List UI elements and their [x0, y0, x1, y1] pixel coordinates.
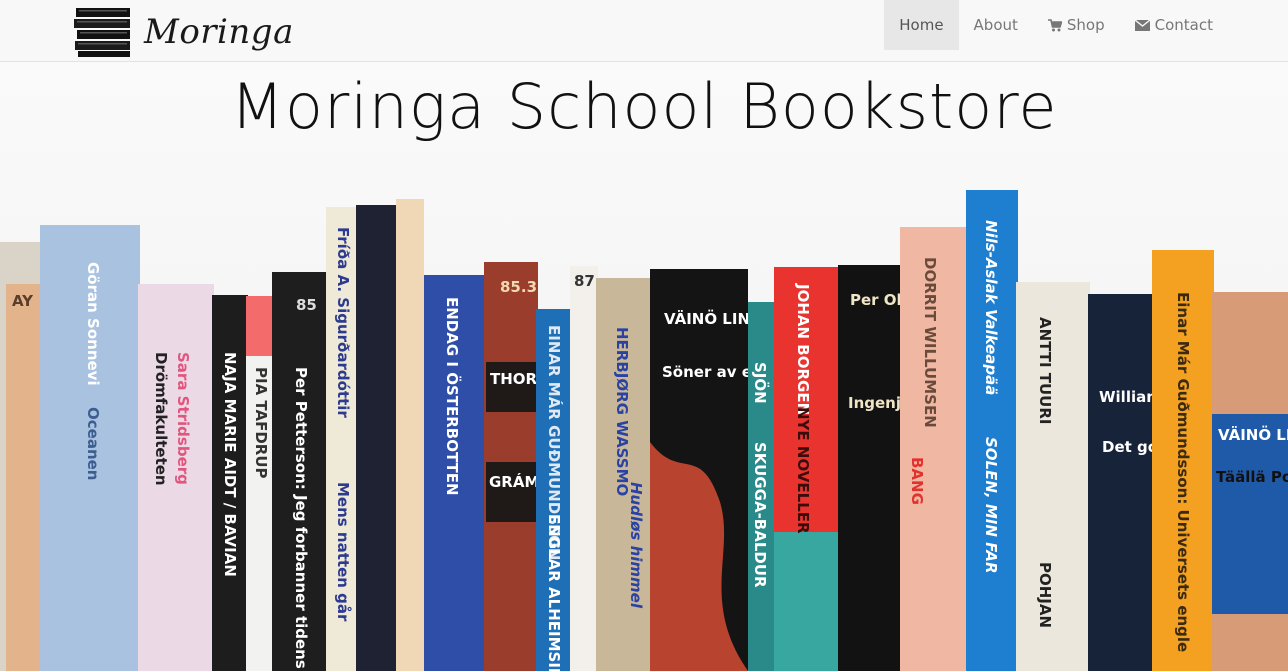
book-spine: JOHAN BORGEN NYE NOVELLER [774, 267, 838, 671]
book-spine: Göran Sonnevi Oceanen [40, 225, 140, 671]
page-title: Moringa School Bookstore [230, 70, 1058, 143]
nav-about[interactable]: About [959, 0, 1033, 50]
book-spine: 87 [570, 266, 598, 671]
nav-about-label: About [973, 16, 1018, 34]
book-spine: AY [0, 242, 42, 671]
book-spine: ANTTI TUURI POHJAN [1016, 282, 1090, 671]
spine-text: Mens natten går [334, 482, 352, 622]
envelope-icon [1134, 19, 1150, 31]
spine-text: Oceanen [84, 407, 102, 480]
book-spine: Sara Stridsberg Drömfakulteten [138, 284, 214, 671]
spine-text: Fríða A. Sigurðardóttir [334, 227, 352, 418]
spine-text: SKUGGA-BALDUR [751, 442, 769, 588]
spine-text: PIA TAFDRUP [252, 367, 270, 479]
spine-text: Einar Már Guðmundsson: Universets engle [1174, 292, 1192, 652]
cart-icon [1047, 18, 1062, 31]
spine-text: NYE NOVELLER [794, 407, 812, 534]
bookshelf-photo: AY Göran Sonnevi Oceanen Sara Stridsberg… [0, 62, 1288, 671]
nav-shop[interactable]: Shop [1033, 0, 1120, 50]
spine-text: JOHAN BORGEN [794, 283, 812, 415]
nav-shop-label: Shop [1066, 16, 1105, 34]
spine-text: Hudløs himmel [627, 482, 645, 609]
book-spine: Nils-Aslak Valkeapää SOLEN, MIN FAR [966, 190, 1018, 671]
nav-home-label: Home [899, 16, 944, 34]
spine-text: 85.3 [500, 278, 537, 296]
spine-text: AY [12, 292, 34, 310]
hero-section: AY Göran Sonnevi Oceanen Sara Stridsberg… [0, 62, 1288, 671]
book-spine: ENDAG I ÖSTERBOTTEN [424, 275, 486, 671]
spine-text: SOLEN, MIN FAR [982, 437, 1000, 574]
spine-text: BANG [908, 457, 926, 505]
nav-contact-label: Contact [1154, 16, 1213, 34]
book-spine: EINAR MÁR GUÐMUNDSSON ENGLAR ALHEIMSINS [536, 309, 572, 671]
book-spine: DORRIT WILLUMSEN BANG [900, 227, 970, 671]
book-spine [356, 199, 424, 671]
spine-text: Täällä Pohjantähden alla [1216, 468, 1288, 486]
nav-contact[interactable]: Contact [1120, 0, 1228, 50]
spine-text: Nils-Aslak Valkeapää [982, 220, 1000, 395]
book-spine: Fríða A. Sigurðardóttir Mens natten går [326, 207, 360, 671]
spine-text: Drömfakulteten [152, 352, 170, 486]
spine-text: Sara Stridsberg [174, 352, 192, 485]
book-spine: NAJA MARIE AIDT / BAVIAN [212, 295, 248, 671]
book-spine: VÄINÖ LINNA Täällä Pohjantähden alla [1212, 292, 1288, 671]
brand[interactable]: Moringa [74, 6, 294, 58]
book-spine: HERBJØRG WASSMO Hudløs himmel [596, 278, 650, 671]
brand-name: Moringa [144, 12, 294, 52]
spine-text: HERBJØRG WASSMO [613, 327, 631, 496]
spine-text: ANTTI TUURI [1036, 317, 1054, 425]
main-nav: Home About Shop Contact [884, 0, 1228, 50]
stacked-books-icon [74, 8, 130, 57]
book-spine: SJÖN SKUGGA-BALDUR [748, 302, 776, 671]
spine-text: ENDAG I ÖSTERBOTTEN [443, 297, 462, 496]
book-spine: Einar Már Guðmundsson: Universets engle [1152, 250, 1214, 671]
spine-text: Per Petterson: Jeg forbanner tidens elv [292, 367, 310, 671]
navbar: Moringa Home About Shop Contact [0, 0, 1288, 62]
spine-text: Göran Sonnevi [84, 262, 102, 386]
book-spine: PIA TAFDRUP [246, 296, 274, 671]
spine-text: 87 [574, 272, 595, 290]
spine-text: 85 [296, 296, 317, 314]
spine-text: ENGLAR ALHEIMSINS [545, 514, 563, 671]
spine-text: VÄINÖ LINNA [1218, 425, 1288, 444]
spine-text: POHJAN [1036, 562, 1054, 628]
spine-text: NAJA MARIE AIDT / BAVIAN [221, 352, 239, 577]
spine-text: SJÖN [751, 362, 770, 404]
book-spine: 85 Per Petterson: Jeg forbanner tidens e… [272, 272, 332, 671]
nav-home[interactable]: Home [884, 0, 959, 50]
spine-text: DORRIT WILLUMSEN [921, 257, 939, 428]
